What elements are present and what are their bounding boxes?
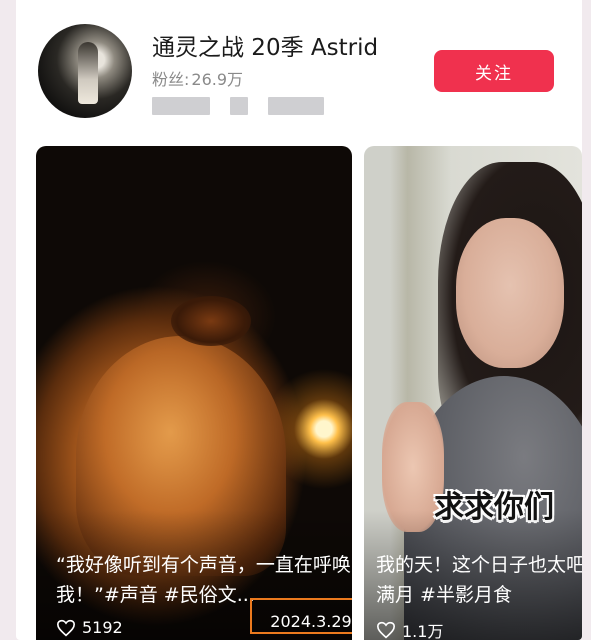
video-card[interactable]: 求求你们 我的天！这个日子也太吧！ #满月 #半影月食 1.1万 bbox=[364, 146, 582, 640]
video-card[interactable]: “我好像听到有个声音，一直在呼唤我！”#声音 #民俗文... 5192 2024… bbox=[36, 146, 352, 640]
video-date: 2024.3.29 bbox=[270, 612, 352, 631]
heart-icon bbox=[376, 621, 396, 639]
profile-card: 通灵之战 20季 Astrid 粉丝: 26.9万 关注 “我好像听到有个声音，一… bbox=[16, 0, 582, 640]
blurred-info bbox=[268, 97, 324, 115]
like-count: 1.1万 bbox=[402, 622, 444, 640]
like-count: 5192 bbox=[82, 618, 123, 637]
video-caption: 我的天！这个日子也太吧！ #满月 #半影月食 bbox=[376, 554, 582, 606]
heart-icon bbox=[56, 619, 76, 636]
profile-name: 通灵之战 20季 Astrid bbox=[152, 35, 379, 61]
fans-number: 26.9万 bbox=[191, 70, 244, 89]
avatar[interactable] bbox=[38, 24, 132, 118]
video-likes: 1.1万 bbox=[376, 618, 443, 640]
date-highlight-box: 2024.3.29 bbox=[250, 598, 352, 634]
fans-label: 粉丝: bbox=[152, 70, 190, 89]
follow-button[interactable]: 关注 bbox=[434, 50, 554, 92]
blurred-info bbox=[152, 97, 210, 115]
blurred-info bbox=[230, 97, 248, 115]
video-likes: 5192 bbox=[56, 618, 123, 637]
fans-count: 粉丝: 26.9万 bbox=[152, 66, 243, 90]
